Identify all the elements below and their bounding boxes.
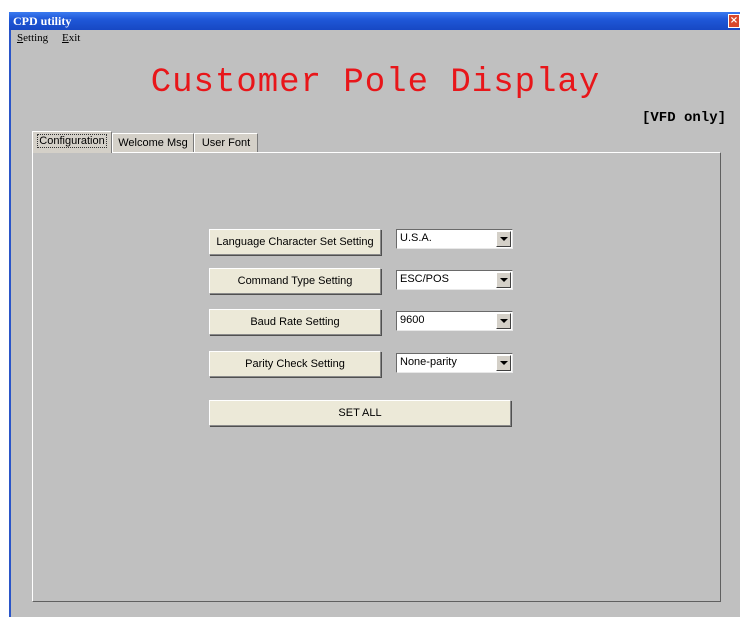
parity-check-select[interactable]: None-parity xyxy=(396,353,513,373)
chevron-down-icon[interactable] xyxy=(496,313,511,329)
language-charset-button[interactable]: Language Character Set Setting xyxy=(209,229,381,255)
chevron-down-icon[interactable] xyxy=(496,355,511,371)
chevron-down-icon[interactable] xyxy=(496,272,511,288)
menu-exit[interactable]: Exit xyxy=(62,32,80,44)
parity-check-button[interactable]: Parity Check Setting xyxy=(209,351,381,377)
menu-setting[interactable]: Setting xyxy=(17,32,48,44)
baud-rate-value: 9600 xyxy=(400,314,425,326)
set-all-button[interactable]: SET ALL xyxy=(209,400,511,426)
app-window: CPD utility × Setting Exit Customer Pole… xyxy=(9,12,740,617)
baud-rate-button[interactable]: Baud Rate Setting xyxy=(209,309,381,335)
chevron-down-icon[interactable] xyxy=(496,231,511,247)
parity-check-value: None-parity xyxy=(400,356,457,368)
menu-exit-label: xit xyxy=(68,32,81,44)
command-type-select[interactable]: ESC/POS xyxy=(396,270,513,290)
tab-configuration-label: Configuration xyxy=(37,134,107,148)
tab-user-font-label: User Font xyxy=(201,137,251,149)
menu-setting-label: etting xyxy=(23,32,49,44)
tab-welcome-msg-label: Welcome Msg xyxy=(118,137,188,149)
window-title: CPD utility xyxy=(13,14,72,28)
command-type-value: ESC/POS xyxy=(400,273,449,285)
language-charset-value: U.S.A. xyxy=(400,232,432,244)
command-type-button[interactable]: Command Type Setting xyxy=(209,268,381,294)
tab-user-font[interactable]: User Font xyxy=(194,133,258,152)
page-title: Customer Pole Display xyxy=(150,64,601,102)
close-icon[interactable]: × xyxy=(728,14,740,28)
menu-exit-accel: E xyxy=(62,32,69,44)
menu-bar: Setting Exit xyxy=(11,30,740,46)
configuration-panel: Language Character Set Setting U.S.A. Co… xyxy=(32,152,721,602)
tab-welcome-msg[interactable]: Welcome Msg xyxy=(112,133,194,152)
baud-rate-select[interactable]: 9600 xyxy=(396,311,513,331)
language-charset-select[interactable]: U.S.A. xyxy=(396,229,513,249)
title-bar[interactable]: CPD utility × xyxy=(9,12,740,30)
vfd-only-note: [VFD only] xyxy=(641,110,726,126)
tab-configuration[interactable]: Configuration xyxy=(32,131,112,153)
